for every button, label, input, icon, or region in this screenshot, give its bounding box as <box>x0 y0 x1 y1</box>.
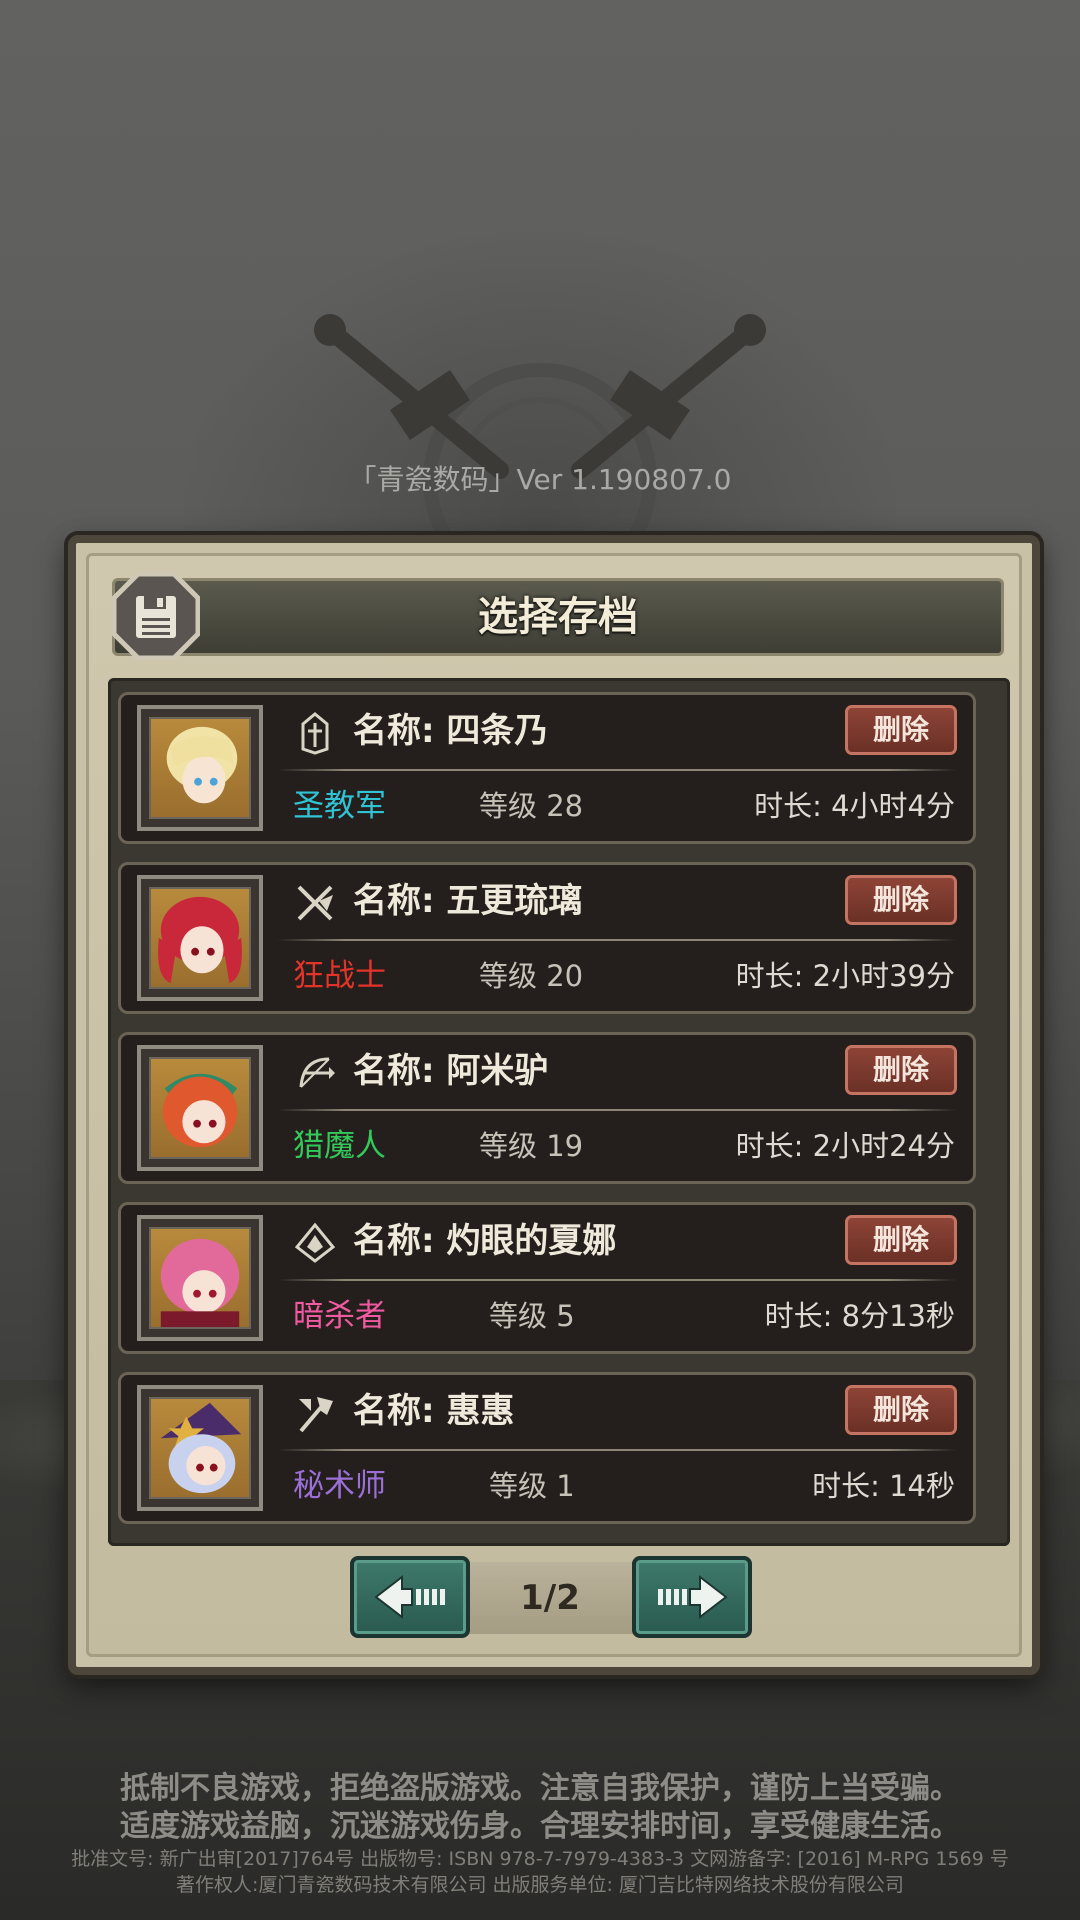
character-portrait <box>137 705 263 831</box>
save-slot[interactable]: 名称: 灼眼的夏娜 删除 暗杀者 等级 5 时长: 8分13秒 <box>118 1202 976 1354</box>
version-label: 「青瓷数码」Ver 1.190807.0 <box>348 463 732 496</box>
page-indicator: 1/2 <box>520 1578 580 1618</box>
footer-notice: 抵制不良游戏，拒绝盗版游戏。注意自我保护，谨防上当受骗。 适度游戏益脑，沉迷游戏… <box>0 1770 1080 1898</box>
delete-button[interactable]: 删除 <box>845 705 957 755</box>
slot-divider <box>277 769 957 771</box>
slot-duration: 时长: 4小时4分 <box>754 789 955 823</box>
slot-level: 等级 20 <box>479 959 584 993</box>
character-portrait <box>137 1215 263 1341</box>
slot-name: 名称: 四条乃 <box>353 711 549 751</box>
character-portrait <box>137 1045 263 1171</box>
slot-name: 名称: 五更琉璃 <box>353 881 583 921</box>
character-portrait-image <box>158 896 242 984</box>
slot-level: 等级 28 <box>479 789 584 823</box>
save-slot[interactable]: 名称: 五更琉璃 删除 狂战士 等级 20 时长: 2小时39分 <box>118 862 976 1014</box>
slot-class: 秘术师 <box>293 1468 386 1504</box>
save-slot[interactable]: 名称: 四条乃 删除 圣教军 等级 28 时长: 4小时4分 <box>118 692 976 844</box>
slot-name: 名称: 灼眼的夏娜 <box>353 1221 617 1261</box>
arrow-left-icon <box>374 1574 445 1620</box>
copyright-info: 著作权人:厦门青瓷数码技术有限公司 出版服务单位: 厦门吉比特网络技术股份有限公… <box>176 1874 904 1896</box>
delete-button[interactable]: 删除 <box>845 1385 957 1435</box>
arrow-right-icon <box>658 1574 728 1620</box>
bow-icon <box>299 1057 335 1088</box>
crossed-swords-emblem <box>314 314 766 560</box>
slot-level: 等级 1 <box>489 1469 575 1503</box>
slot-class: 狂战士 <box>293 958 386 994</box>
character-portrait-image <box>160 1402 242 1494</box>
assassin-emblem-icon <box>294 1222 336 1263</box>
character-portrait <box>137 875 263 1001</box>
delete-button[interactable]: 删除 <box>845 875 957 925</box>
health-notice-line2: 适度游戏益脑，沉迷游戏伤身。合理安排时间，享受健康生活。 <box>120 1809 960 1844</box>
next-page-button[interactable] <box>632 1556 752 1638</box>
slot-divider <box>277 1279 957 1281</box>
save-slot[interactable]: 名称: 惠惠 删除 秘术师 等级 1 时长: 14秒 <box>118 1372 976 1524</box>
slot-divider <box>277 1449 957 1451</box>
slot-class: 圣教军 <box>293 788 386 824</box>
slot-duration: 时长: 8分13秒 <box>764 1299 955 1333</box>
slot-divider <box>277 1109 957 1111</box>
slot-divider <box>277 939 957 941</box>
delete-button[interactable]: 删除 <box>845 1215 957 1265</box>
character-portrait-image <box>162 1073 238 1148</box>
floppy-disk-icon <box>112 572 200 660</box>
slot-class: 猎魔人 <box>293 1128 386 1164</box>
character-portrait-image <box>166 726 238 804</box>
staff-icon <box>299 1397 333 1433</box>
slot-level: 等级 5 <box>489 1299 575 1333</box>
slot-class: 暗杀者 <box>293 1298 386 1334</box>
dialog-title: 选择存档 <box>478 594 638 640</box>
slot-name: 名称: 惠惠 <box>353 1391 515 1431</box>
publication-info: 批准文号: 新广出审[2017]764号 出版物号: ISBN 978-7-79… <box>71 1848 1009 1870</box>
health-notice-line1: 抵制不良游戏，拒绝盗版游戏。注意自我保护，谨防上当受骗。 <box>120 1771 960 1806</box>
slot-level: 等级 19 <box>479 1129 584 1163</box>
save-slot[interactable]: 名称: 阿米驴 删除 猎魔人 等级 19 时长: 2小时24分 <box>118 1032 976 1184</box>
crossed-blades-icon <box>297 885 333 921</box>
slot-name: 名称: 阿米驴 <box>353 1051 549 1091</box>
character-portrait-image <box>160 1238 240 1327</box>
cross-shield-icon <box>301 712 329 755</box>
slot-duration: 时长: 2小时39分 <box>735 959 955 993</box>
slot-duration: 时长: 14秒 <box>812 1469 955 1503</box>
delete-button[interactable]: 删除 <box>845 1045 957 1095</box>
character-portrait <box>137 1385 263 1511</box>
slot-duration: 时长: 2小时24分 <box>735 1129 955 1163</box>
prev-page-button[interactable] <box>350 1556 470 1638</box>
